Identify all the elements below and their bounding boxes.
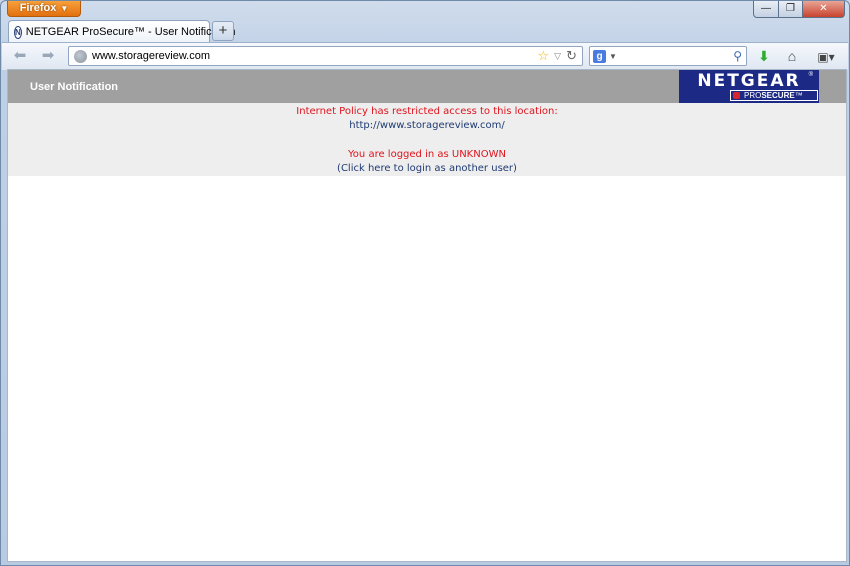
google-search-engine-icon[interactable]: g <box>593 49 606 63</box>
navigation-toolbar: ⬅ ➡ ☆ ▽ ↻ g ▼ ⚲ ⬇ ⌂ ▣▾ <box>2 42 848 70</box>
lock-icon <box>733 92 740 99</box>
search-bar[interactable]: g ▼ ⚲ <box>589 46 747 66</box>
maximize-button[interactable]: ❐ <box>779 1 803 18</box>
search-engine-dropdown-icon[interactable]: ▼ <box>609 52 617 61</box>
reload-icon[interactable]: ↻ <box>566 47 577 65</box>
forward-arrow-icon: ➡ <box>41 47 55 64</box>
minimize-button[interactable]: — <box>753 1 779 18</box>
tools-menu-icon: ▣▾ <box>817 50 835 64</box>
tab-netgear-notification[interactable]: N NETGEAR ProSecure™ - User Notification <box>8 20 235 43</box>
notification-header: User Notification NETGEAR ® PROSECURE™ <box>8 70 846 103</box>
bookmark-star-icon[interactable]: ☆ <box>538 47 550 65</box>
logo-sub-secure: SECURE <box>761 91 795 100</box>
chevron-down-icon: ▼ <box>60 4 69 13</box>
back-button[interactable]: ⬅ <box>10 47 30 65</box>
new-tab-button[interactable]: + <box>212 21 234 41</box>
address-bar[interactable]: ☆ ▽ ↻ <box>68 46 583 66</box>
login-status: You are logged in as UNKNOWN <box>348 149 506 160</box>
download-arrow-icon: ⬇ <box>758 48 770 64</box>
globe-icon <box>74 49 87 63</box>
history-dropdown-icon[interactable]: ▽ <box>554 47 561 65</box>
logo-sub-tm: ™ <box>794 91 803 100</box>
firefox-menu-button[interactable]: Firefox ▼ <box>7 1 81 17</box>
tab-label: NETGEAR ProSecure™ - User Notification <box>25 26 236 38</box>
page-content: User Notification NETGEAR ® PROSECURE™ I… <box>7 69 847 562</box>
netgear-prosecure-logo: NETGEAR ® PROSECURE™ <box>679 70 819 103</box>
tools-menu-button[interactable]: ▣▾ <box>811 47 841 65</box>
logo-wordmark: NETGEAR <box>697 71 801 91</box>
policy-message: Internet Policy has restricted access to… <box>296 106 558 117</box>
login-another-user-link[interactable]: (Click here to login as another user) <box>8 163 846 174</box>
search-input[interactable] <box>619 50 734 62</box>
window-controls: — ❐ ✕ <box>753 1 845 18</box>
close-button[interactable]: ✕ <box>803 1 845 18</box>
search-icon[interactable]: ⚲ <box>733 49 742 63</box>
downloads-button[interactable]: ⬇ <box>753 47 775 65</box>
logo-sub-pro: PRO <box>744 91 762 100</box>
url-input[interactable] <box>92 50 538 62</box>
logo-prosecure-badge: PROSECURE™ <box>730 90 818 101</box>
netgear-favicon-icon: N <box>14 25 22 39</box>
home-button[interactable]: ⌂ <box>781 47 803 65</box>
notification-body: Internet Policy has restricted access to… <box>8 103 846 176</box>
browser-window: Firefox ▼ — ❐ ✕ N NETGEAR ProSecure™ - Us… <box>0 0 850 566</box>
blocked-url: http://www.storagereview.com/ <box>349 120 505 131</box>
forward-button[interactable]: ➡ <box>38 47 58 65</box>
home-icon: ⌂ <box>787 48 797 64</box>
firefox-menu-label: Firefox <box>19 2 57 14</box>
page-title: User Notification <box>30 81 119 93</box>
back-arrow-icon: ⬅ <box>13 47 27 64</box>
logo-registered-mark: ® <box>808 72 813 78</box>
